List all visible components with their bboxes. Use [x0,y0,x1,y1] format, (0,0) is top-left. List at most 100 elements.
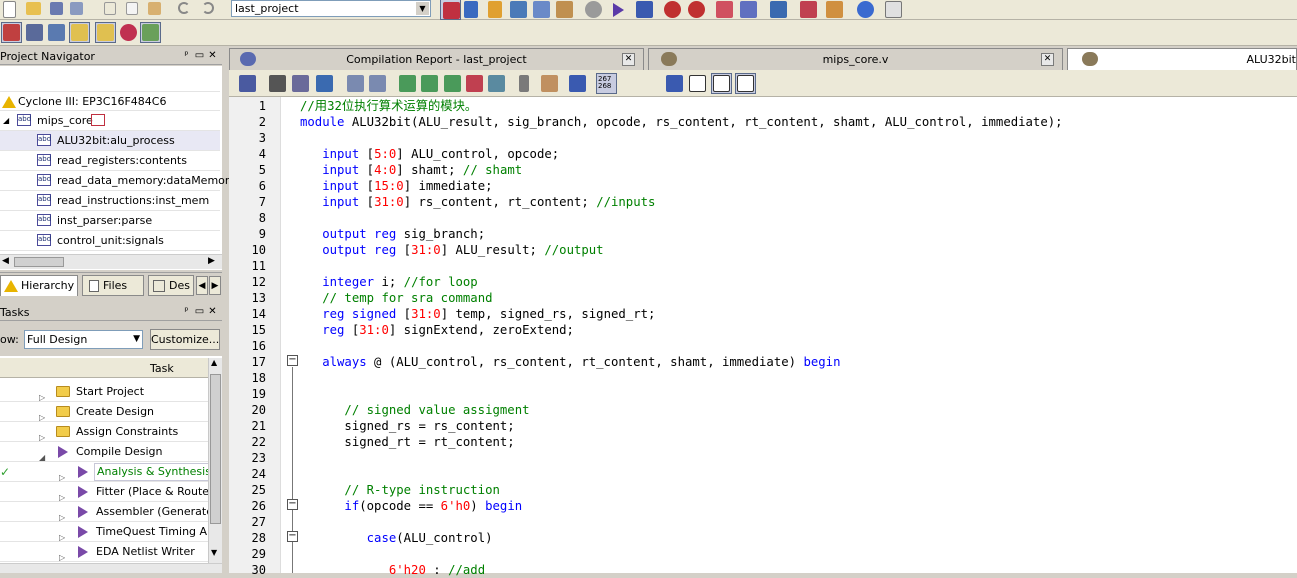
chip-planner-icon[interactable] [533,1,550,18]
code-line[interactable]: output reg [31:0] ALU_result; //output [300,242,603,258]
tool-icon[interactable] [826,1,843,18]
chevron-down-icon[interactable]: ▼ [133,331,140,348]
assembler-icon[interactable] [770,1,787,18]
task-item[interactable]: ◢ Compile Design [0,442,208,462]
scroll-right-icon[interactable]: ▶ [208,256,215,266]
tree-item[interactable]: abd ALU32bit:alu_process [0,131,220,151]
netlist-icon[interactable] [688,1,705,18]
timing-icon[interactable] [664,1,681,18]
code-line[interactable]: // R-type instruction [300,482,499,498]
task-column-header[interactable]: Task [0,358,208,378]
spell-icon[interactable] [622,75,640,92]
code-editor[interactable]: //用32位执行算术运算的模块。 module ALU32bit(ALU_resu… [300,97,1297,577]
scroll-thumb[interactable] [14,257,64,267]
close-icon[interactable]: ✕ [206,49,219,62]
tab-design-units[interactable]: Des [148,275,194,296]
start-compilation-icon[interactable] [613,3,624,17]
scroll-left-icon[interactable]: ◀ [2,256,9,266]
code-line[interactable]: input [31:0] rs_content, rt_content; //i… [300,194,655,210]
edit-check-icon[interactable] [569,75,586,92]
task-item[interactable]: ▷ Fitter (Place & Route) [0,482,213,502]
fold-toggle-icon[interactable]: − [287,531,298,542]
split-view-button[interactable] [711,73,732,94]
code-line[interactable]: reg [31:0] signExtend, zeroExtend; [300,322,574,338]
code-line[interactable]: input [4:0] shamt; // shamt [300,162,522,178]
save-icon[interactable] [50,2,63,15]
clear-bookmark-icon[interactable] [466,75,483,92]
chevron-down-icon[interactable]: ▼ [416,2,429,15]
next-bookmark-icon[interactable] [421,75,438,92]
tab-scroll-left-icon[interactable]: ◀ [196,276,208,295]
tree-item[interactable]: abd inst_parser:parse [0,211,220,231]
fold-toggle-icon[interactable]: − [287,355,298,366]
analysis-icon[interactable] [636,1,653,18]
toggle-button-4[interactable] [140,22,161,43]
tree-item[interactable]: abd read_instructions:inst_mem [0,191,220,211]
tree-item[interactable]: abd read_data_memory:dataMemory [0,171,236,191]
toggle-button-3[interactable] [95,22,116,43]
insert-icon[interactable] [666,75,683,92]
code-line[interactable]: signed_rt = rt_content; [300,434,514,450]
code-line[interactable]: integer i; //for loop [300,274,478,290]
task-item[interactable]: ▷ Create Design [0,402,208,422]
expand-triangle-icon[interactable]: ▷ [59,508,65,521]
chat-icon[interactable] [885,1,902,18]
scroll-icon[interactable] [541,75,558,92]
restore-icon[interactable]: ▭ [193,49,206,62]
attach-icon[interactable] [519,75,529,92]
code-line[interactable]: signed_rs = rs_content; [300,418,514,434]
code-line[interactable]: if(opcode == 6'h0) begin [300,498,522,514]
code-line[interactable]: 6'h20 : //add [300,562,485,578]
copy-icon[interactable] [126,2,138,15]
indent-icon[interactable] [347,75,364,92]
network-icon[interactable] [26,24,43,41]
scroll-thumb[interactable] [210,374,221,524]
new-file-icon[interactable] [3,1,16,18]
pin-icon[interactable]: ᵖ [180,305,193,318]
restore-icon[interactable]: ▭ [193,305,206,318]
task-item[interactable]: ▷ EDA Netlist Writer [0,542,208,562]
flow-select[interactable]: Full Design ▼ [24,330,143,349]
vertical-scrollbar[interactable]: ▲ ▼ [208,358,222,563]
page-icon[interactable] [689,75,706,92]
tab-alu32bit[interactable]: ALU32bit [1067,48,1297,70]
edit-icon[interactable] [48,24,65,41]
code-line[interactable]: //用32位执行算术运算的模块。 [300,98,477,114]
goto-line-icon[interactable] [316,75,333,92]
wand-icon[interactable] [464,1,478,18]
task-item[interactable]: ▷ Assembler (Generate p [0,502,208,522]
pin-planner-icon[interactable] [556,1,573,18]
scroll-down-icon[interactable]: ▼ [211,548,217,557]
task-item[interactable]: ✓ ▷ Analysis & Synthesis [0,462,214,482]
tab-scroll-right-icon[interactable]: ▶ [209,276,221,295]
task-item[interactable]: ▷ Start Project [0,382,208,402]
find-icon[interactable] [269,75,286,92]
task-item[interactable]: ▷ Assign Constraints [0,422,208,442]
horizontal-scrollbar[interactable]: ◀ ▶ [0,254,222,269]
customize-button[interactable]: Customize... [150,329,220,350]
cut-icon[interactable] [104,2,116,15]
toggle-comment-icon[interactable] [488,75,505,92]
pin-icon[interactable]: ᵖ [180,49,193,62]
scroll-up-icon[interactable]: ▲ [211,358,217,367]
code-line[interactable]: reg signed [31:0] temp, signed_rs, signe… [300,306,655,322]
tree-item[interactable]: abd control_unit:signals [0,231,220,251]
project-select[interactable]: last_project ▼ [231,0,431,17]
tree-row-device[interactable]: Cyclone III: EP3C16F484C6 [0,91,220,111]
line-numbers-button[interactable]: 267 268 [596,73,617,94]
fitter-icon[interactable] [740,1,757,18]
fold-toggle-icon[interactable]: − [287,499,298,510]
rtl-icon[interactable] [716,1,733,18]
open-icon[interactable] [26,2,41,15]
code-line[interactable]: // temp for sra command [300,290,492,306]
unindent-icon[interactable] [369,75,386,92]
refresh-icon[interactable] [120,24,137,41]
tab-hierarchy[interactable]: Hierarchy [0,275,78,296]
code-line[interactable]: output reg sig_branch; [300,226,485,242]
code-line[interactable]: module ALU32bit(ALU_result, sig_branch, … [300,114,1063,130]
close-icon[interactable]: ✕ [622,53,635,66]
redo-icon[interactable] [202,2,214,14]
toggle-button-1[interactable] [1,22,22,43]
code-line[interactable]: input [5:0] ALU_control, opcode; [300,146,559,162]
bookmark-icon[interactable] [399,75,416,92]
